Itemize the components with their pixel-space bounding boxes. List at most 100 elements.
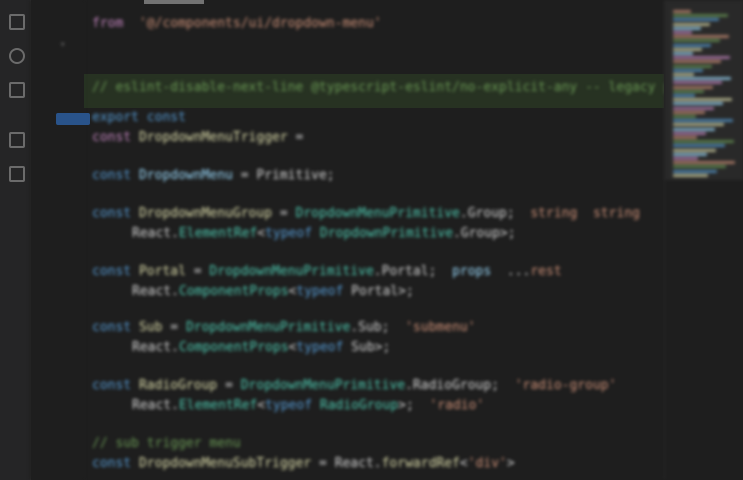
minimap-line: [673, 94, 695, 97]
minimap-line: [673, 144, 725, 148]
code-token: >;: [398, 398, 430, 413]
code-token: React.: [132, 398, 179, 413]
extensions-icon[interactable]: [9, 166, 25, 182]
code-line[interactable]: React.ComponentProps<typeof Portal>;: [132, 282, 414, 302]
code-token: DropdownMenuPrimitive: [185, 320, 351, 335]
code-token: =: [185, 264, 210, 279]
code-token: ElementRef: [178, 226, 258, 241]
minimap-line: [673, 157, 698, 160]
code-line[interactable]: const DropdownMenuSubTrigger = React.for…: [92, 454, 515, 474]
minimap-line: [673, 10, 691, 13]
code-token: DropdownPrimitive: [319, 226, 453, 241]
code-token: Portal>;: [343, 284, 414, 299]
code-token: // sub trigger menu: [92, 436, 241, 451]
minimap-line: [673, 56, 730, 60]
code-line[interactable]: const RadioGroup = DropdownMenuPrimitive…: [92, 376, 616, 396]
code-token: ComponentProps: [178, 284, 289, 299]
code-token: const: [92, 378, 132, 393]
code-token: 'radio-group': [514, 378, 617, 393]
minimap-line: [673, 60, 721, 64]
source-control-icon[interactable]: [9, 82, 25, 98]
minimap[interactable]: [664, 0, 743, 480]
code-token: <: [459, 456, 468, 471]
debug-icon[interactable]: [9, 132, 25, 148]
minimap-line: [673, 161, 735, 165]
code-line[interactable]: // eslint-disable-next-line @typescript-…: [92, 78, 664, 98]
code-token: DropdownMenuPrimitive: [295, 206, 460, 221]
search-icon[interactable]: [9, 48, 25, 64]
code-line[interactable]: from '@/components/ui/dropdown-menu': [92, 14, 382, 34]
minimap-line: [673, 22, 710, 26]
minimap-line: [673, 148, 716, 152]
code-token: =: [217, 378, 241, 393]
code-line[interactable]: const DropdownMenu = Primitive;: [92, 166, 335, 186]
code-token: <: [257, 226, 266, 241]
code-line[interactable]: React.ComponentProps<typeof Sub>;: [132, 338, 390, 358]
minimap-line: [673, 173, 708, 177]
active-tab-indicator: [144, 0, 204, 4]
minimap-line: [673, 110, 705, 114]
code-token: .Portal;: [373, 264, 453, 279]
code-line[interactable]: const DropdownMenuTrigger =: [92, 128, 303, 148]
minimap-line: [673, 140, 734, 144]
minimap-line: [673, 89, 704, 93]
code-line[interactable]: const DropdownMenuGroup = DropdownMenuPr…: [92, 204, 640, 224]
minimap-line: [673, 47, 702, 51]
cursor-badge: [56, 113, 90, 125]
minimap-line: [673, 64, 712, 68]
code-token: .Group;: [459, 206, 531, 221]
code-token: const: [92, 264, 132, 279]
code-token: =: [162, 320, 186, 335]
code-line[interactable]: const Portal = DropdownMenuPrimitive.Por…: [92, 262, 562, 282]
minimap-line: [673, 35, 729, 39]
code-token: const: [92, 130, 132, 145]
minimap-line: [673, 43, 711, 47]
code-line[interactable]: React.ElementRef<typeof DropdownPrimitiv…: [132, 224, 516, 244]
code-token: export: [92, 110, 139, 125]
code-line[interactable]: export const: [92, 108, 186, 128]
minimap-line: [673, 165, 726, 169]
code-token: rest: [530, 264, 562, 279]
code-token: from: [92, 16, 124, 31]
code-token: .Sub;: [350, 320, 406, 335]
code-token: const: [146, 110, 186, 125]
code-token: DropdownMenuPrimitive: [240, 378, 406, 393]
code-token: forwardRef: [381, 456, 460, 471]
code-line[interactable]: const Sub = DropdownMenuPrimitive.Sub; '…: [92, 318, 476, 338]
code-token: const: [92, 456, 132, 471]
code-token: <: [257, 398, 266, 413]
line-number-gutter: ▾: [30, 0, 84, 480]
minimap-line: [673, 52, 693, 55]
code-token: typeof: [265, 226, 313, 241]
explorer-icon[interactable]: [9, 14, 25, 30]
fold-chevron-icon[interactable]: ▾: [60, 40, 70, 50]
code-token: Portal: [138, 264, 186, 279]
code-token: DropdownMenuPrimitive: [209, 264, 374, 279]
minimap-line: [673, 115, 696, 118]
code-token: Sub: [138, 320, 163, 335]
minimap-line: [673, 98, 732, 102]
minimap-line: [673, 68, 703, 72]
code-token: typeof: [296, 284, 344, 299]
code-editor[interactable]: from '@/components/ui/dropdown-menu' // e…: [84, 0, 664, 480]
code-token: typeof: [265, 398, 313, 413]
code-token: = Primitive;: [232, 168, 335, 183]
code-token: RadioGroup: [319, 398, 399, 413]
code-line[interactable]: React.ElementRef<typeof RadioGroup>; 'ra…: [132, 396, 484, 416]
code-token: Sub>;: [343, 340, 391, 355]
code-token: '@/components/ui/dropdown-menu': [138, 16, 382, 31]
code-line[interactable]: // sub trigger menu: [92, 434, 241, 454]
code-token: string: [592, 206, 640, 221]
minimap-line: [673, 119, 733, 123]
minimap-line: [673, 73, 694, 76]
code-token: // eslint-disable-next-line @typescript-…: [92, 80, 664, 95]
